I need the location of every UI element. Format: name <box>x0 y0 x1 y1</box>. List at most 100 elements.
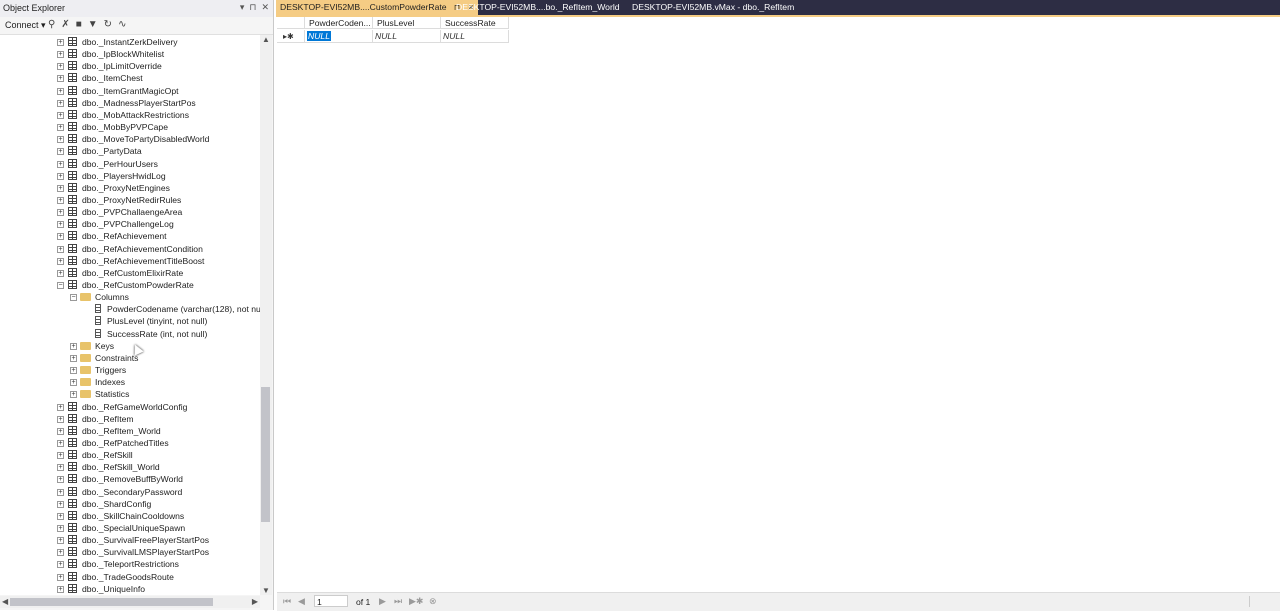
expand-icon[interactable]: + <box>57 196 64 204</box>
tree-vertical-scrollbar[interactable]: ▲ ▼ <box>260 35 272 595</box>
tree-table-node[interactable]: + dbo._RemoveBuffByWorld <box>0 473 260 485</box>
tree-table-node[interactable]: + dbo._RefSkill_World <box>0 461 260 473</box>
first-record-icon[interactable]: ⏮ <box>283 596 291 607</box>
disconnect-icon[interactable]: ✗ <box>61 19 69 30</box>
tree-folder-node[interactable]: + Constraints <box>0 352 260 364</box>
expand-icon[interactable]: + <box>57 464 64 472</box>
tree-table-node[interactable]: + dbo._RefCustomElixirRate <box>0 267 260 279</box>
refresh-icon[interactable]: ↻ <box>104 19 112 30</box>
tree-table-node[interactable]: + dbo._PlayersHwidLog <box>0 170 260 182</box>
expand-icon[interactable]: + <box>57 172 64 180</box>
scroll-left-icon[interactable]: ◀ <box>2 597 8 606</box>
expand-icon[interactable]: + <box>57 500 64 508</box>
tree-folder-node[interactable]: + Statistics <box>0 388 260 400</box>
filter-icon[interactable]: ▼ <box>88 19 98 30</box>
tree-table-node[interactable]: + dbo._SurvivalFreePlayerStartPos <box>0 534 260 546</box>
tree-table-node[interactable]: + dbo._ProxyNetRedirRules <box>0 194 260 206</box>
scroll-right-icon[interactable]: ▶ <box>252 597 258 606</box>
tree-column-node[interactable]: SuccessRate (int, not null) <box>0 328 260 340</box>
expand-icon[interactable]: + <box>57 415 64 423</box>
tree-table-node[interactable]: + dbo._MobByPVPCape <box>0 121 260 133</box>
tree-table-node[interactable]: + dbo._RefAchievementCondition <box>0 243 260 255</box>
grid-corner[interactable] <box>277 17 305 29</box>
new-row-marker[interactable]: ▸✱ <box>277 30 305 43</box>
grid-cell-successrate[interactable]: NULL <box>441 30 509 43</box>
expand-icon[interactable]: + <box>57 476 64 484</box>
expand-icon[interactable]: + <box>57 75 64 83</box>
tree-table-node[interactable]: + dbo._SecondaryPassword <box>0 486 260 498</box>
expand-icon[interactable]: + <box>70 367 77 375</box>
column-header-pluslevel[interactable]: PlusLevel <box>373 17 441 29</box>
tree-folder-node[interactable]: + Indexes <box>0 376 260 388</box>
tree-table-node[interactable]: + dbo._InstantZerkDelivery <box>0 36 260 48</box>
grid-cell-pluslevel[interactable]: NULL <box>373 30 441 43</box>
tree-table-node[interactable]: + dbo._TradeGoodsRoute <box>0 571 260 583</box>
tree-table-node[interactable]: + dbo._ItemGrantMagicOpt <box>0 85 260 97</box>
expand-icon[interactable]: + <box>57 160 64 168</box>
expand-icon[interactable]: + <box>70 354 77 362</box>
tree-column-node[interactable]: PowderCodename (varchar(128), not null) <box>0 303 260 315</box>
tree-table-node[interactable]: + dbo._RefSkill <box>0 449 260 461</box>
tree-folder-node[interactable]: − Columns <box>0 291 260 303</box>
expand-icon[interactable]: + <box>57 184 64 192</box>
tree-table-node[interactable]: + dbo._RefItem <box>0 413 260 425</box>
tree-table-node[interactable]: + dbo._PerHourUsers <box>0 158 260 170</box>
tree-table-node[interactable]: + dbo._RefAchievementTitleBoost <box>0 255 260 267</box>
stop-icon[interactable]: ■ <box>76 19 82 30</box>
tree-table-node[interactable]: + dbo._SurvivalLMSPlayerStartPos <box>0 546 260 558</box>
activity-monitor-icon[interactable]: ∿ <box>118 19 126 30</box>
expand-icon[interactable]: + <box>57 245 64 253</box>
scroll-down-icon[interactable]: ▼ <box>262 586 270 595</box>
last-record-icon[interactable]: ⏭ <box>394 596 402 607</box>
tree-table-node[interactable]: + dbo._PVPChallaengeArea <box>0 206 260 218</box>
tree-table-node[interactable]: + dbo._RefItem_World <box>0 425 260 437</box>
tree-table-node[interactable]: + dbo._UniqueInfo <box>0 583 260 595</box>
tree-table-node[interactable]: + dbo._RefPatchedTitles <box>0 437 260 449</box>
connect-icon[interactable]: ⚲ <box>48 19 55 30</box>
expand-icon[interactable]: + <box>57 209 64 217</box>
tree-table-node[interactable]: + dbo._MoveToPartyDisabledWorld <box>0 133 260 145</box>
expand-icon[interactable]: + <box>70 342 77 350</box>
expand-icon[interactable]: + <box>57 221 64 229</box>
results-grid[interactable]: PowderCoden... PlusLevel SuccessRate ▸✱ … <box>277 17 1280 592</box>
tree-table-node[interactable]: + dbo._ShardConfig <box>0 498 260 510</box>
tree-table-node[interactable]: + dbo._RefGameWorldConfig <box>0 401 260 413</box>
tree-table-node[interactable]: + dbo._MadnessPlayerStartPos <box>0 97 260 109</box>
tree-horizontal-scrollbar[interactable]: ◀ ▶ <box>0 596 260 608</box>
tree-table-node[interactable]: + dbo._IpBlockWhitelist <box>0 48 260 60</box>
collapse-icon[interactable]: − <box>70 294 77 302</box>
expand-icon[interactable]: + <box>57 111 64 119</box>
pin-icon[interactable]: ⊓ <box>249 2 256 13</box>
tab-refitem[interactable]: DESKTOP-EVI52MB.vMax - dbo._RefItem <box>628 0 798 15</box>
collapse-icon[interactable]: − <box>57 282 64 289</box>
close-icon[interactable]: ✕ <box>261 2 269 13</box>
expand-icon[interactable]: + <box>57 257 64 265</box>
tree-table-node[interactable]: + dbo._PartyData <box>0 145 260 157</box>
expand-icon[interactable]: + <box>57 561 64 569</box>
tree-table-node[interactable]: + dbo._ProxyNetEngines <box>0 182 260 194</box>
expand-icon[interactable]: + <box>57 452 64 460</box>
expand-icon[interactable]: + <box>57 403 64 411</box>
page-number-input[interactable]: 1 <box>314 595 348 607</box>
expand-icon[interactable]: + <box>57 585 64 593</box>
expand-icon[interactable]: + <box>57 537 64 545</box>
expand-icon[interactable]: + <box>57 148 64 156</box>
column-header-successrate[interactable]: SuccessRate <box>441 17 509 29</box>
expand-icon[interactable]: + <box>70 379 77 387</box>
tab-custom-powder-rate[interactable]: DESKTOP-EVI52MB....CustomPowderRate ⊓ ✕ <box>276 0 479 15</box>
tree-table-node[interactable]: + dbo._ItemChest <box>0 72 260 84</box>
next-record-icon[interactable]: ▶ <box>379 596 386 607</box>
expand-icon[interactable]: + <box>57 51 64 59</box>
expand-icon[interactable]: + <box>57 269 64 277</box>
expand-icon[interactable]: + <box>57 136 64 144</box>
tree-table-node[interactable]: + dbo._SpecialUniqueSpawn <box>0 522 260 534</box>
scrollbar-thumb[interactable] <box>261 387 270 522</box>
expand-icon[interactable]: + <box>70 391 77 399</box>
tree-table-node[interactable]: + dbo._MobAttackRestrictions <box>0 109 260 121</box>
previous-record-icon[interactable]: ◀ <box>298 596 305 607</box>
grid-cell-powdercodename[interactable]: NULL <box>305 30 373 43</box>
connect-button[interactable]: Connect ▾ <box>5 20 46 31</box>
new-record-icon[interactable]: ▶✱ <box>409 596 423 607</box>
tree-table-node[interactable]: + dbo._SkillChainCooldowns <box>0 510 260 522</box>
dropdown-icon[interactable]: ▾ <box>240 2 245 13</box>
